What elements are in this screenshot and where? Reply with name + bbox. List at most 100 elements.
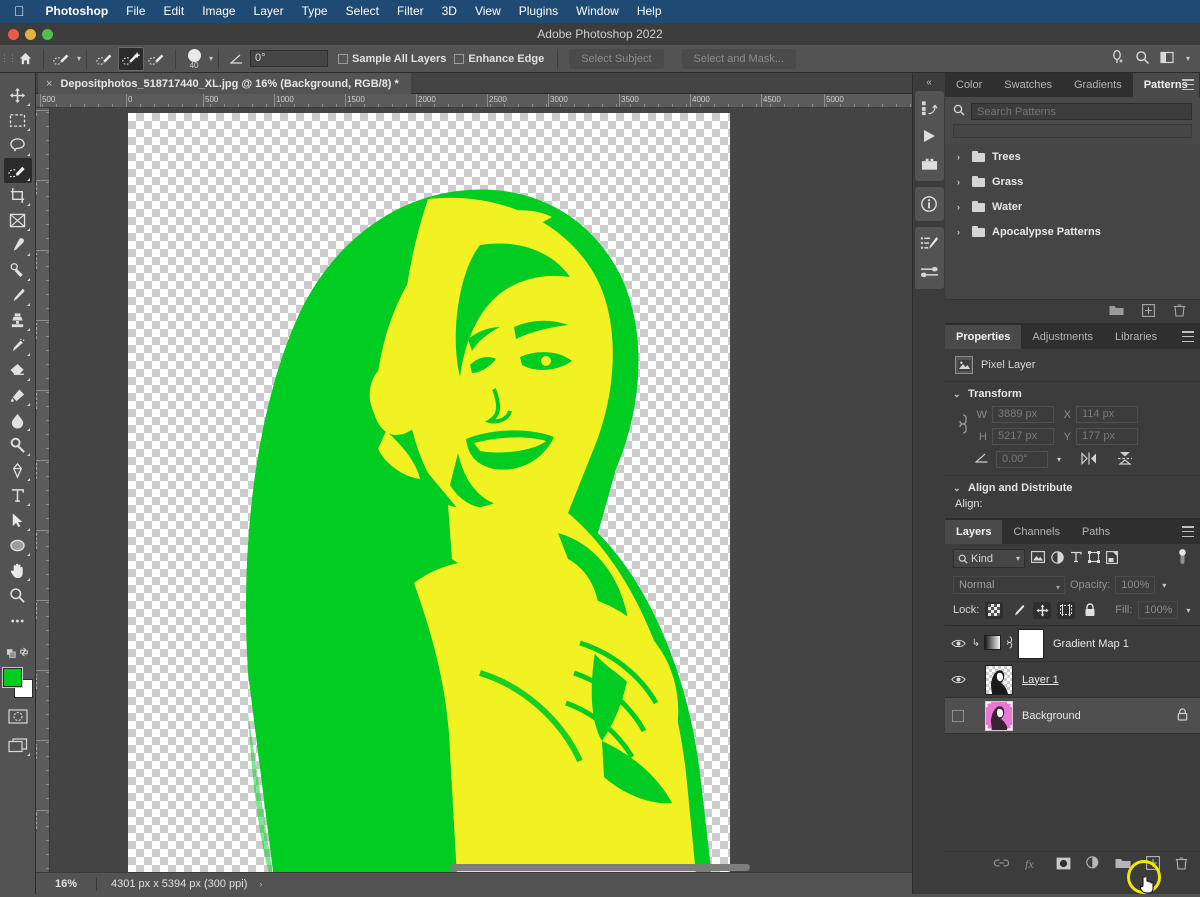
lock-transparent-pixels-icon[interactable] (985, 601, 1004, 619)
info-icon[interactable] (915, 190, 944, 218)
new-adjustment-layer-icon[interactable] (1086, 856, 1100, 873)
horizontal-ruler[interactable]: 500 0 500 1000 1500 2000 2500 3000 3500 4000 4500 5… (36, 94, 945, 108)
frame-tool[interactable] (4, 208, 32, 233)
filter-toggle-switch[interactable] (1177, 549, 1188, 568)
chevron-right-icon[interactable]: › (957, 227, 965, 237)
close-icon[interactable]: × (46, 78, 52, 90)
selection-new-icon[interactable] (92, 47, 118, 71)
dodge-tool[interactable] (4, 433, 32, 458)
lock-all-icon[interactable] (1081, 602, 1099, 619)
chevron-down-icon[interactable]: ▾ (209, 54, 213, 63)
new-layer-icon[interactable] (1146, 856, 1160, 873)
quick-mask-icon[interactable] (4, 704, 32, 729)
layer-visibility-toggle[interactable] (945, 674, 971, 685)
pattern-group-apocalypse-patterns[interactable]: › Apocalypse Patterns (945, 219, 1200, 244)
lasso-tool[interactable] (4, 133, 32, 158)
chevron-down-icon[interactable]: ▾ (1016, 554, 1020, 563)
crop-tool[interactable] (4, 183, 32, 208)
delete-icon[interactable] (1173, 303, 1186, 320)
lock-position-icon[interactable] (1033, 601, 1052, 619)
menu-type[interactable]: Type (293, 0, 337, 23)
chevron-down-icon[interactable]: ▾ (1057, 455, 1061, 464)
select-and-mask-button[interactable]: Select and Mask... (681, 48, 797, 69)
search-icon[interactable] (1135, 50, 1150, 68)
chevron-right-icon[interactable]: › (957, 152, 965, 162)
move-tool[interactable] (4, 83, 32, 108)
select-subject-button[interactable]: Select Subject (569, 48, 664, 69)
add-layer-mask-icon[interactable] (1056, 857, 1071, 873)
chevron-right-icon[interactable]: › (957, 177, 965, 187)
library-icon[interactable] (915, 150, 944, 178)
clone-stamp-tool[interactable] (4, 308, 32, 333)
layer-mask-link-icon[interactable] (1005, 635, 1014, 653)
new-pattern-icon[interactable] (1142, 303, 1155, 320)
delete-layer-icon[interactable] (1175, 856, 1188, 873)
tab-channels[interactable]: Channels (1002, 520, 1070, 544)
tab-gradients[interactable]: Gradients (1063, 73, 1133, 97)
eyedropper-tool[interactable] (4, 233, 32, 258)
brush-tool[interactable] (4, 283, 32, 308)
link-aspect-ratio-icon[interactable] (957, 412, 969, 439)
collapse-panels-icon[interactable]: « (913, 73, 946, 91)
path-selection-tool[interactable] (4, 508, 32, 533)
ellipse-tool[interactable] (4, 533, 32, 558)
filter-smart-object-icon[interactable] (1106, 550, 1118, 567)
sample-all-layers-checkbox[interactable] (338, 53, 349, 64)
zoom-level[interactable]: 16% (36, 878, 96, 890)
new-group-icon[interactable] (1109, 304, 1124, 319)
status-expand-arrow[interactable]: › (247, 879, 262, 889)
layer-style-fx-icon[interactable]: fx (1025, 857, 1041, 873)
chevron-right-icon[interactable]: › (957, 202, 965, 212)
tab-paths[interactable]: Paths (1071, 520, 1121, 544)
apple-logo-icon[interactable]:  (8, 4, 37, 20)
tab-adjustments[interactable]: Adjustments (1021, 325, 1104, 349)
new-group-icon[interactable] (1115, 857, 1131, 872)
filter-kind-select[interactable]: Kind ▾ (953, 549, 1025, 568)
chevron-down-icon[interactable]: ▾ (77, 54, 81, 63)
tool-preset-picker[interactable] (49, 47, 75, 71)
tab-layers[interactable]: Layers (945, 520, 1003, 544)
angle-input[interactable]: 0° (250, 50, 329, 67)
pattern-group-grass[interactable]: › Grass (945, 169, 1200, 194)
chevron-down-icon[interactable]: ⌄ (953, 483, 961, 494)
flip-vertical-icon[interactable] (1117, 451, 1133, 468)
layer-name[interactable]: Layer 1 (1022, 674, 1059, 686)
default-colors-and-swap-icons[interactable] (4, 639, 32, 664)
menu-view[interactable]: View (466, 0, 510, 23)
y-input[interactable]: 177 px (1076, 428, 1138, 445)
pen-tool[interactable] (4, 458, 32, 483)
history-actions-icon[interactable] (915, 94, 944, 122)
layer-thumbnail[interactable] (985, 664, 1013, 695)
menu-select[interactable]: Select (337, 0, 388, 23)
history-brush-tool[interactable] (4, 333, 32, 358)
chevron-down-icon[interactable]: ⌄ (953, 389, 961, 400)
selection-subtract-icon[interactable] (144, 47, 170, 71)
menu-window[interactable]: Window (567, 0, 628, 23)
menu-file[interactable]: File (117, 0, 154, 23)
layer-row-layer-1[interactable]: Layer 1 (945, 662, 1200, 698)
edit-toolbar-tool[interactable] (4, 608, 32, 633)
lock-image-pixels-icon[interactable] (1009, 602, 1027, 619)
canvas-horizontal-scrollbar[interactable] (450, 864, 750, 871)
screen-mode-icon[interactable] (4, 733, 32, 758)
chevron-down-icon[interactable]: ▾ (1162, 581, 1166, 590)
eraser-tool[interactable] (4, 358, 32, 383)
layer-row-background[interactable]: Background (945, 698, 1200, 734)
color-swatches[interactable] (2, 668, 33, 698)
layer-row-gradient-map-1[interactable]: ↳ Gradient Map 1 (945, 626, 1200, 662)
pattern-group-water[interactable]: › Water (945, 194, 1200, 219)
gradient-map-thumbnail[interactable] (984, 634, 1001, 653)
layer-visibility-toggle[interactable] (945, 638, 971, 649)
tab-swatches[interactable]: Swatches (993, 73, 1063, 97)
vertical-ruler[interactable]: 0 500 1000 1500 2000 2500 3000 3500 4000 4500 5000 (36, 108, 50, 872)
lock-artboard-nesting-icon[interactable] (1057, 601, 1076, 619)
canvas-area[interactable] (50, 108, 945, 872)
chevron-down-icon[interactable]: ▾ (1056, 580, 1060, 596)
brush-size-preview[interactable]: 40 (181, 48, 207, 70)
chevron-down-icon[interactable]: ▾ (1186, 54, 1190, 63)
type-tool[interactable] (4, 483, 32, 508)
panel-menu-icon[interactable] (1182, 79, 1194, 90)
filter-type-icon[interactable] (1070, 551, 1082, 566)
layer-thumbnail[interactable] (985, 700, 1013, 731)
document-tab[interactable]: × Depositphotos_518717440_XL.jpg @ 16% (… (38, 73, 411, 94)
